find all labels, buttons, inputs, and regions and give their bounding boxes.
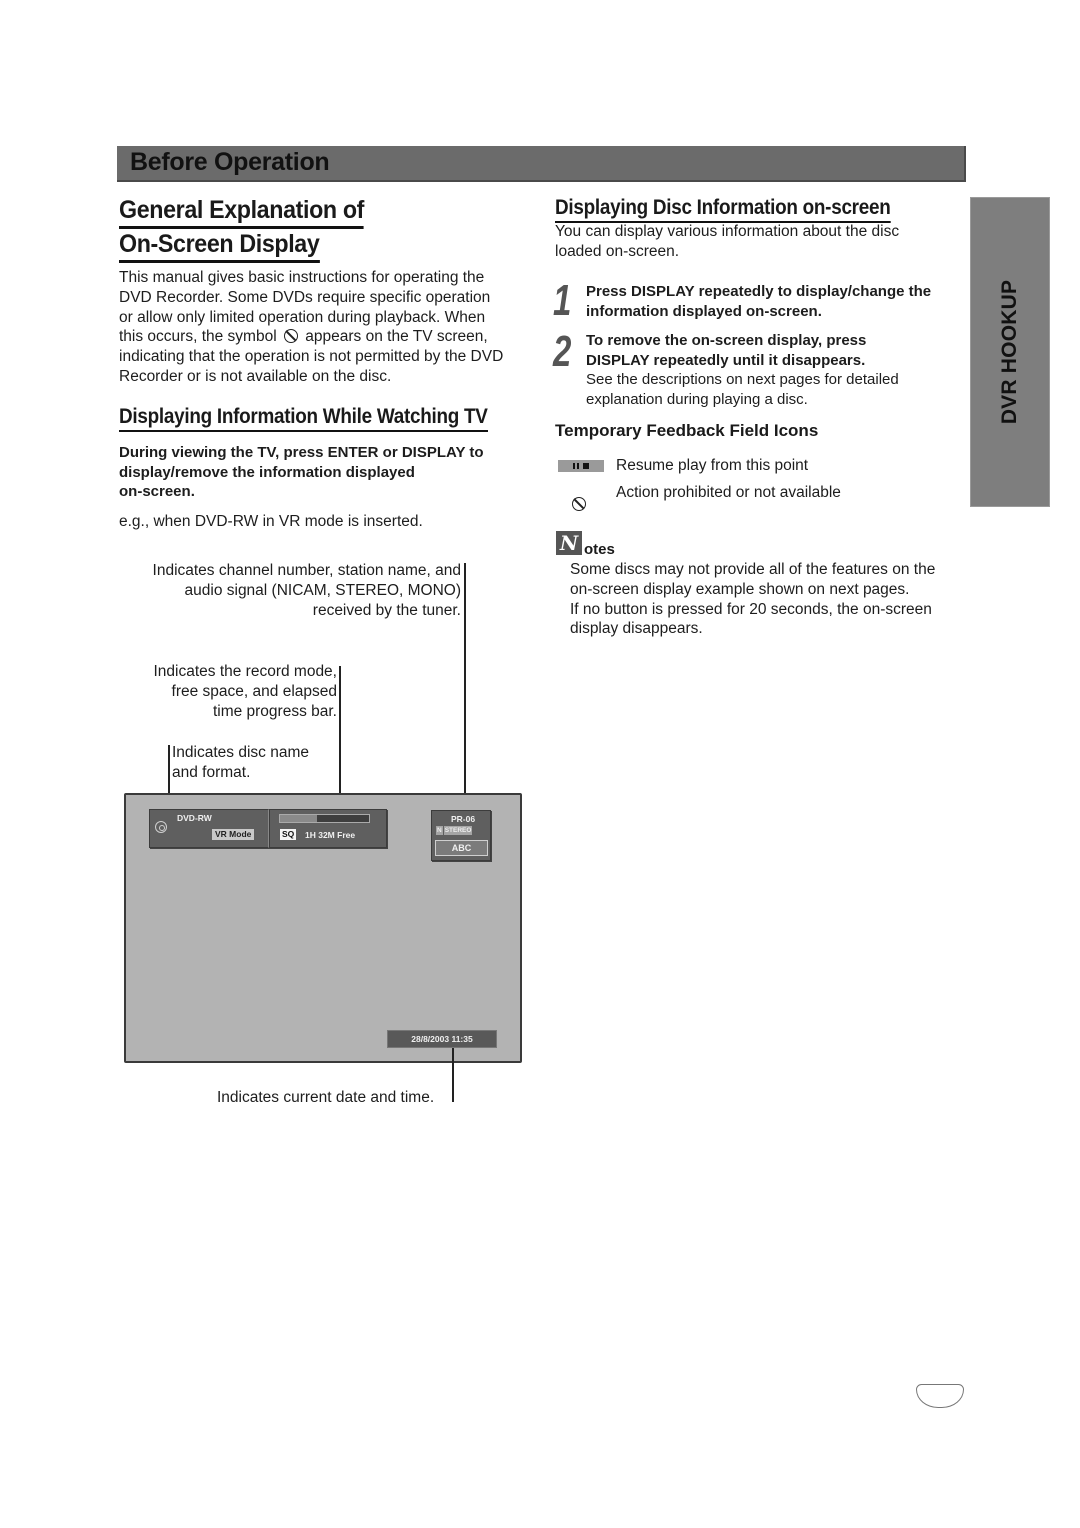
resume-icon bbox=[558, 460, 604, 472]
osd-channel: PR-06 bbox=[451, 814, 476, 824]
callout-line: time progress bar. bbox=[212, 702, 337, 720]
callout-line-datetime bbox=[452, 1048, 454, 1102]
intro-line: DVD Recorder. Some DVDs require specific… bbox=[119, 288, 491, 306]
callout-line-channel bbox=[464, 563, 466, 813]
page-title-line2: On-Screen Display bbox=[119, 229, 320, 263]
step-line: To remove the on-screen display, press bbox=[586, 332, 867, 349]
callout-disc: Indicates disc name and format. bbox=[172, 743, 309, 783]
intro-paragraph: This manual gives basic instructions for… bbox=[119, 268, 539, 387]
side-tab-label: DVR HOOKUP bbox=[998, 279, 1021, 425]
feedback-heading: Temporary Feedback Field Icons bbox=[555, 421, 819, 440]
page-number-tab bbox=[916, 1384, 964, 1408]
callout-channel: Indicates channel number, station name, … bbox=[120, 561, 461, 620]
right-intro: You can display various information abou… bbox=[555, 222, 955, 262]
instruction-line: During viewing the TV, press ENTER or DI… bbox=[119, 444, 484, 461]
osd-progress-bar bbox=[279, 814, 370, 823]
step-2-text: To remove the on-screen display, press D… bbox=[586, 331, 976, 409]
osd-audio-prefix: N bbox=[436, 826, 443, 835]
subsection-heading: Displaying Information While Watching TV bbox=[119, 405, 488, 432]
osd-progress-fill bbox=[280, 815, 318, 822]
osd-quality: SQ bbox=[280, 829, 297, 840]
section-banner: Before Operation bbox=[117, 146, 966, 182]
notes-line: If no button is pressed for 20 seconds, … bbox=[570, 600, 932, 618]
notes-line: Some discs may not provide all of the fe… bbox=[570, 561, 936, 578]
callout-line-record-mode bbox=[339, 666, 341, 809]
callout-line: Indicates the record mode, bbox=[153, 663, 337, 680]
pause-bar bbox=[577, 463, 579, 469]
instruction-text: During viewing the TV, press ENTER or DI… bbox=[119, 443, 539, 502]
prohibited-icon bbox=[283, 329, 298, 344]
step-number-2: 2 bbox=[553, 327, 572, 376]
notes-line: display disappears. bbox=[570, 620, 703, 638]
osd-free-space: 1H 32M Free bbox=[305, 830, 356, 840]
page-title: General Explanation of On-Screen Display bbox=[119, 195, 364, 263]
section-title: Before Operation bbox=[130, 148, 330, 176]
instruction-line: display/remove the information displayed bbox=[119, 463, 415, 481]
step-number-1: 1 bbox=[553, 276, 572, 325]
callout-line: received by the tuner. bbox=[312, 601, 461, 619]
step-1-text: Press DISPLAY repeatedly to display/chan… bbox=[586, 282, 976, 321]
feedback-label-resume: Resume play from this point bbox=[616, 457, 809, 474]
callout-datetime: Indicates current date and time. bbox=[217, 1089, 435, 1106]
intro-line: This manual gives basic instructions for… bbox=[119, 269, 485, 286]
right-intro-line: loaded on-screen. bbox=[555, 242, 680, 260]
step-detail-line: See the descriptions on next pages for d… bbox=[586, 371, 899, 389]
notes-icon: N bbox=[556, 531, 582, 555]
step-detail-line: explanation during playing a disc. bbox=[586, 390, 808, 408]
intro-text: this occurs, the symbol bbox=[119, 328, 277, 346]
notes-line: on-screen display example shown on next … bbox=[570, 580, 910, 598]
intro-line: this occurs, the symbol appears on the T… bbox=[119, 327, 539, 347]
osd-station: ABC bbox=[435, 840, 488, 856]
feedback-label-prohibited: Action prohibited or not available bbox=[616, 484, 841, 501]
callout-line: audio signal (NICAM, STEREO, MONO) bbox=[184, 581, 461, 599]
osd-record-format: VR Mode bbox=[212, 829, 255, 840]
notes-title: otes bbox=[584, 541, 615, 558]
prohibited-icon bbox=[572, 497, 586, 511]
right-intro-line: You can display various information abou… bbox=[555, 223, 900, 240]
intro-line: indicating that the operation is not per… bbox=[119, 348, 504, 366]
right-section-heading: Displaying Disc Information on-screen bbox=[555, 196, 891, 223]
step-line: information displayed on-screen. bbox=[586, 302, 822, 320]
pause-bar bbox=[573, 463, 575, 469]
callout-line: and format. bbox=[172, 763, 251, 781]
page-title-line1: General Explanation of bbox=[119, 195, 364, 229]
subsection-heading-text: Displaying Information While Watching TV bbox=[119, 405, 488, 432]
example-text: e.g., when DVD-RW in VR mode is inserted… bbox=[119, 513, 423, 530]
callout-line: Indicates channel number, station name, … bbox=[152, 562, 461, 579]
side-tab[interactable]: DVR HOOKUP bbox=[970, 197, 1050, 507]
osd-datetime: 28/8/2003 11:35 bbox=[387, 1030, 497, 1048]
step-line: Press DISPLAY repeatedly to display/chan… bbox=[586, 283, 932, 300]
osd-audio-signal: N STEREO bbox=[436, 826, 473, 835]
intro-line: or allow only limited operation during p… bbox=[119, 308, 486, 326]
osd-disc-format: DVD-RW bbox=[177, 813, 212, 823]
callout-line: Indicates disc name bbox=[172, 744, 309, 761]
instruction-line: on-screen. bbox=[119, 483, 195, 501]
step-line: DISPLAY repeatedly until it disappears. bbox=[586, 351, 866, 369]
intro-line: Recorder or is not available on the disc… bbox=[119, 367, 392, 385]
intro-text: appears on the TV screen, bbox=[305, 328, 488, 346]
notes-body: Some discs may not provide all of the fe… bbox=[570, 560, 970, 639]
disc-icon bbox=[155, 821, 167, 833]
stop-square bbox=[583, 463, 589, 469]
right-section-heading-text: Displaying Disc Information on-screen bbox=[555, 196, 891, 223]
osd-audio-label: STEREO bbox=[443, 826, 473, 835]
callout-record-mode: Indicates the record mode, free space, a… bbox=[120, 662, 337, 721]
callout-line: free space, and elapsed bbox=[171, 682, 337, 700]
